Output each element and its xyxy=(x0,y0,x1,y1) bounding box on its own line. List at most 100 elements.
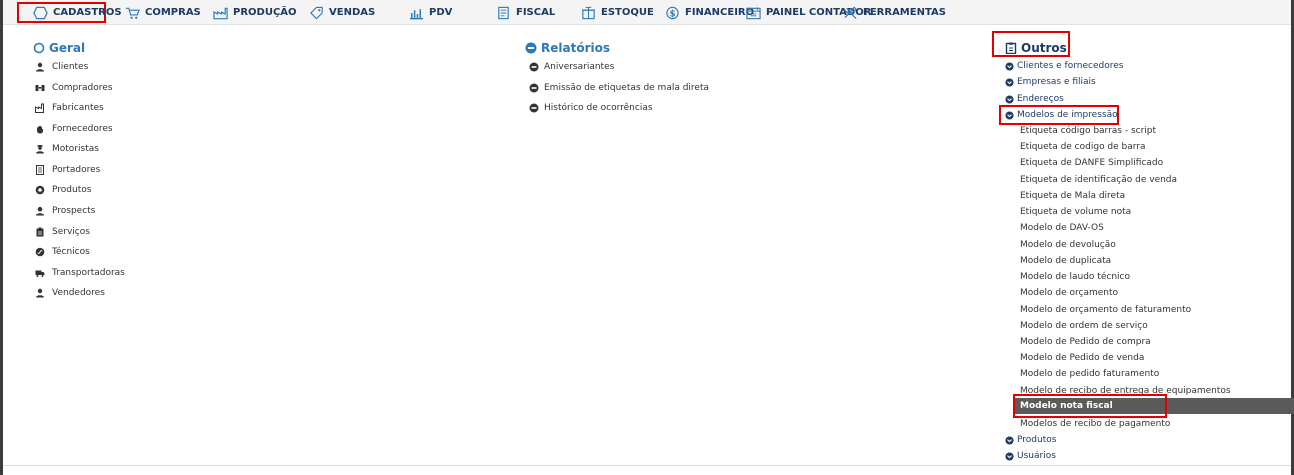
circle-icon xyxy=(33,42,45,54)
prospect-icon xyxy=(36,206,44,216)
relatorio-item-etiquetas[interactable]: Emissão de etiquetas de mala direta xyxy=(529,83,709,93)
outros-group-produtos[interactable]: Produtos xyxy=(1005,435,1056,445)
outros-group-label: Modelos de impressão xyxy=(1017,110,1118,120)
outros-group-clientes-fornecedores[interactable]: Clientes e fornecedores xyxy=(1005,61,1123,71)
modelo-item[interactable]: Modelo de Pedido de venda xyxy=(1020,353,1144,363)
cart-icon xyxy=(125,7,140,19)
user-icon xyxy=(36,62,44,72)
menu-estoque[interactable]: ESTOQUE xyxy=(581,3,654,22)
section-relatorios-title: Relatórios xyxy=(525,41,610,55)
geral-item-portadores[interactable]: Portadores xyxy=(35,165,100,175)
app-window: CADASTROS COMPRAS PRODUÇÃO VENDAS PDV FI… xyxy=(0,0,1294,475)
menu-label: ESTOQUE xyxy=(601,7,654,18)
modelo-item[interactable]: Etiqueta de volume nota xyxy=(1020,207,1131,217)
chart-icon xyxy=(409,8,424,19)
menu-compras[interactable]: COMPRAS xyxy=(125,3,201,22)
modelo-item[interactable]: Etiqueta de identificação de venda xyxy=(1020,175,1177,185)
chevron-down-circle-icon xyxy=(1005,94,1014,104)
dollar-icon: $ xyxy=(666,6,679,19)
outros-group-label: Endereços xyxy=(1017,94,1064,104)
relatorio-item-historico[interactable]: Histórico de ocorrências xyxy=(529,103,653,113)
clipboard-icon xyxy=(1005,42,1017,54)
outros-group-usuarios[interactable]: Usuários xyxy=(1005,451,1056,461)
modelo-item[interactable]: Modelo de duplicata xyxy=(1020,256,1111,266)
geral-item-label: Motoristas xyxy=(52,144,99,154)
menu-fiscal[interactable]: FISCAL xyxy=(496,3,555,22)
modelo-item[interactable]: Modelo de laudo técnico xyxy=(1020,272,1130,282)
modelo-item[interactable]: Etiqueta código barras - script xyxy=(1020,126,1156,136)
modelo-item[interactable]: Modelo de pedido faturamento xyxy=(1020,369,1159,379)
clipboard-icon xyxy=(36,227,44,237)
menu-label: FISCAL xyxy=(516,7,556,18)
minus-circle-icon xyxy=(529,103,539,113)
modelo-item[interactable]: Modelo de ordem de serviço xyxy=(1020,321,1148,331)
outros-group-label: Produtos xyxy=(1017,435,1057,445)
modelo-item[interactable]: Modelo de Pedido de compra xyxy=(1020,337,1151,347)
geral-item-label: Produtos xyxy=(52,185,92,195)
truck-icon xyxy=(35,270,45,277)
modelo-item[interactable]: Modelo de DAV-OS xyxy=(1020,223,1104,233)
cadastros-panel: Geral Clientes Compradores Fabricantes F… xyxy=(13,31,1294,463)
geral-item-servicos[interactable]: Serviços xyxy=(35,227,90,237)
outros-group-empresas-filiais[interactable]: Empresas e filiais xyxy=(1005,77,1096,87)
menu-producao[interactable]: PRODUÇÃO xyxy=(213,3,297,22)
svg-text:$: $ xyxy=(670,8,676,18)
modelo-item[interactable]: Etiqueta de Mala direta xyxy=(1020,191,1125,201)
geral-item-clientes[interactable]: Clientes xyxy=(35,62,88,72)
modelo-item[interactable]: Modelo de orçamento xyxy=(1020,288,1118,298)
geral-item-label: Prospects xyxy=(52,206,96,216)
card-icon xyxy=(36,165,44,175)
section-title-label: Relatórios xyxy=(541,41,610,55)
geral-item-prospects[interactable]: Prospects xyxy=(35,206,95,216)
modelo-item[interactable]: Modelo de orçamento de faturamento xyxy=(1020,305,1191,315)
hand-icon xyxy=(37,126,43,134)
relatorio-item-label: Histórico de ocorrências xyxy=(544,103,653,113)
section-title-label: Geral xyxy=(49,41,86,55)
geral-item-label: Técnicos xyxy=(52,247,90,257)
outros-group-enderecos[interactable]: Endereços xyxy=(1005,94,1064,104)
outros-group-label: Usuários xyxy=(1017,451,1056,461)
highlight-modelo-nota-fiscal xyxy=(1013,394,1167,418)
chevron-down-circle-icon xyxy=(1005,110,1014,120)
geral-item-produtos[interactable]: Produtos xyxy=(35,185,91,195)
section-geral-title: Geral xyxy=(33,41,85,55)
minus-circle-icon xyxy=(525,42,537,54)
geral-item-transportadoras[interactable]: Transportadoras xyxy=(35,268,125,278)
geral-item-label: Portadores xyxy=(52,165,101,175)
modelo-item[interactable]: Etiqueta de DANFE Simplificado xyxy=(1020,158,1163,168)
section-outros-title: Outros xyxy=(1005,41,1067,55)
minus-circle-icon xyxy=(529,83,539,93)
factory-icon xyxy=(213,7,228,19)
factory-icon xyxy=(35,103,44,113)
bottom-divider xyxy=(3,465,1291,466)
outros-group-label: Clientes e fornecedores xyxy=(1017,61,1124,71)
chevron-down-circle-icon xyxy=(1005,61,1014,71)
handshake-icon xyxy=(35,85,45,91)
menu-label: CADASTROS xyxy=(53,7,122,18)
geral-item-label: Clientes xyxy=(52,62,89,72)
menu-financeiro[interactable]: $ FINANCEIRO xyxy=(665,3,754,22)
chevron-down-circle-icon xyxy=(1005,77,1014,87)
driver-icon xyxy=(36,145,44,154)
menu-label: VENDAS xyxy=(329,7,376,18)
product-icon xyxy=(35,185,45,195)
geral-item-fabricantes[interactable]: Fabricantes xyxy=(35,103,104,113)
geral-item-tecnicos[interactable]: Técnicos xyxy=(35,247,90,257)
menu-label: PRODUÇÃO xyxy=(233,7,297,18)
geral-item-vendedores[interactable]: Vendedores xyxy=(35,288,105,298)
menu-pdv[interactable]: PDV xyxy=(409,3,452,22)
menu-vendas[interactable]: VENDAS xyxy=(309,3,375,22)
geral-item-label: Compradores xyxy=(52,83,113,93)
geral-item-motoristas[interactable]: Motoristas xyxy=(35,144,99,154)
modelo-item[interactable]: Modelos de recibo de pagamento xyxy=(1020,419,1170,429)
relatorio-item-aniversariantes[interactable]: Aniversariantes xyxy=(529,62,614,72)
geral-item-compradores[interactable]: Compradores xyxy=(35,83,112,93)
modelo-item[interactable]: Modelo de devolução xyxy=(1020,240,1116,250)
geral-item-fornecedores[interactable]: Fornecedores xyxy=(35,124,113,134)
menu-label: PDV xyxy=(429,7,453,18)
menu-cadastros[interactable]: CADASTROS xyxy=(17,2,122,23)
menu-ferramentas[interactable]: FERRAMENTAS xyxy=(843,3,946,22)
outros-group-modelos-impressao[interactable]: Modelos de impressão xyxy=(1005,110,1118,120)
section-title-label: Outros xyxy=(1021,41,1067,55)
modelo-item[interactable]: Etiqueta de codigo de barra xyxy=(1020,142,1146,152)
